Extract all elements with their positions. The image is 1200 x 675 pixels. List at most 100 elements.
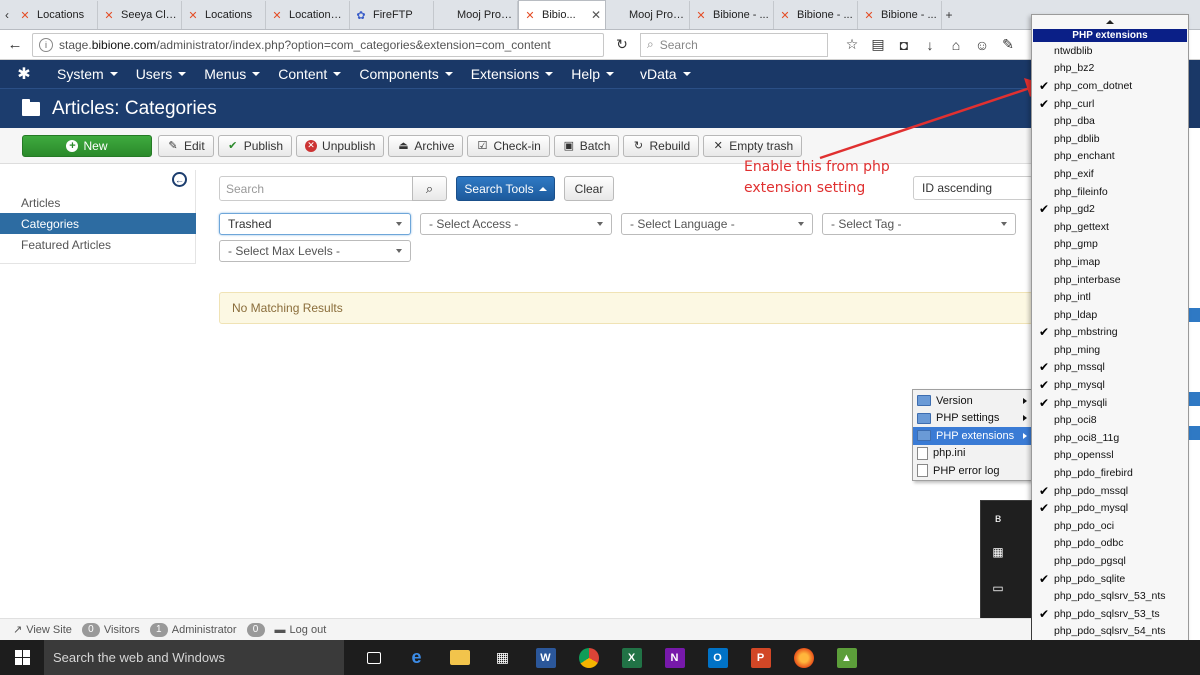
store-taskbar-button[interactable]: ▦	[481, 640, 524, 675]
browser-tab[interactable]: ✕ Seeya Cli...	[98, 1, 182, 29]
logout-link[interactable]: ▬ Log out	[275, 624, 327, 636]
pocket-icon[interactable]: ◘	[896, 37, 912, 53]
sidebar-item-featured-articles[interactable]: Featured Articles	[0, 234, 196, 255]
image-editor-taskbar-button[interactable]: ▲	[825, 640, 868, 675]
php-extension-item[interactable]: php_gmp	[1032, 236, 1188, 254]
info-icon[interactable]: i	[39, 37, 53, 52]
search-tools-button[interactable]: Search Tools	[456, 176, 555, 201]
sidebar-item-articles[interactable]: Articles	[0, 192, 196, 213]
php-extension-item[interactable]: ✔ php_pdo_mysql	[1032, 499, 1188, 517]
sort-select[interactable]: ID ascending	[913, 176, 1033, 200]
browser-tab[interactable]: ✕ Bibione - ...	[858, 1, 942, 29]
browser-tab[interactable]: Mooj Profiles	[434, 1, 518, 29]
php-extension-item[interactable]: ✔ php_curl	[1032, 95, 1188, 113]
checkin-button[interactable]: ☑ Check-in	[467, 134, 550, 157]
browser-tab[interactable]: ✕ Locations	[14, 1, 98, 29]
php-extension-item[interactable]: php_pdo_oci	[1032, 517, 1188, 535]
menu-item-menus[interactable]: Menus	[195, 66, 269, 82]
word-taskbar-button[interactable]: W	[524, 640, 567, 675]
back-button[interactable]: ←	[4, 34, 26, 56]
php-extension-item[interactable]: php_ldap	[1032, 306, 1188, 324]
php-extension-item[interactable]: ✔ php_gd2	[1032, 200, 1188, 218]
edge-taskbar-button[interactable]: e	[395, 640, 438, 675]
php-extension-item[interactable]: php_fileinfo	[1032, 183, 1188, 201]
file-explorer-taskbar-button[interactable]	[438, 640, 481, 675]
browser-tab[interactable]: Mooj Profiles	[606, 1, 690, 29]
php-extension-item[interactable]: php_imap	[1032, 253, 1188, 271]
php-extension-item[interactable]: php_dba	[1032, 112, 1188, 130]
menu-item-system[interactable]: System	[48, 66, 127, 82]
chat-icon[interactable]: ☺	[974, 37, 990, 53]
edit-button[interactable]: ✎ Edit	[158, 134, 214, 157]
tab-list-more-icon[interactable]: +	[942, 1, 956, 29]
access-filter-select[interactable]: - Select Access -	[420, 213, 612, 235]
php-extension-item[interactable]: ✔ php_mysqli	[1032, 394, 1188, 412]
php-extension-item[interactable]: php_pdo_firebird	[1032, 464, 1188, 482]
messages-indicator[interactable]: 0	[246, 622, 265, 637]
new-button[interactable]: + New	[22, 134, 152, 157]
php-extension-item[interactable]: php_openssl	[1032, 447, 1188, 465]
excel-taskbar-button[interactable]: X	[610, 640, 653, 675]
usb-icon[interactable]: ▭	[991, 581, 1005, 595]
download-icon[interactable]: ↓	[922, 37, 938, 53]
context-menu-item[interactable]: PHP settings	[913, 410, 1031, 428]
php-extension-item[interactable]: php_interbase	[1032, 271, 1188, 289]
php-extension-item[interactable]: ✔ php_pdo_sqlsrv_53_ts	[1032, 605, 1188, 623]
php-extension-item[interactable]: ✔ php_pdo_sqlite	[1032, 570, 1188, 588]
onenote-taskbar-button[interactable]: N	[653, 640, 696, 675]
url-bar[interactable]: i stage.bibione.com/administrator/index.…	[32, 32, 604, 57]
php-extension-item[interactable]: php_gettext	[1032, 218, 1188, 236]
menu-item-help[interactable]: Help	[562, 66, 623, 82]
language-filter-select[interactable]: - Select Language -	[621, 213, 813, 235]
rebuild-button[interactable]: ↻ Rebuild	[623, 134, 700, 157]
php-extension-item[interactable]: php_intl	[1032, 288, 1188, 306]
php-extension-item[interactable]: ✔ php_mbstring	[1032, 324, 1188, 342]
max-levels-filter-select[interactable]: - Select Max Levels -	[219, 240, 411, 262]
reading-list-icon[interactable]: ▤	[870, 36, 886, 53]
php-extension-item[interactable]: php_ming	[1032, 341, 1188, 359]
php-extension-item[interactable]: ✔ php_mssql	[1032, 359, 1188, 377]
browser-tab[interactable]: ✕ Locations	[182, 1, 266, 29]
view-site-link[interactable]: ↗ View Site	[13, 623, 72, 637]
publish-button[interactable]: ✔ Publish	[217, 134, 293, 157]
browser-tab[interactable]: ✕ Locations...	[266, 1, 350, 29]
php-extension-item[interactable]: php_pdo_sqlsrv_53_nts	[1032, 587, 1188, 605]
search-input[interactable]: Search	[219, 176, 413, 201]
reload-icon[interactable]: ↻	[610, 33, 634, 57]
collapse-sidebar-icon[interactable]: ←	[172, 172, 187, 187]
extension-icon[interactable]: ✎	[1000, 36, 1016, 53]
php-extension-item[interactable]: php_oci8_11g	[1032, 429, 1188, 447]
php-extension-item[interactable]: php_exif	[1032, 165, 1188, 183]
clear-button[interactable]: Clear	[564, 176, 614, 201]
joomla-logo-icon[interactable]: ✱	[0, 64, 48, 84]
menu-item-components[interactable]: Components	[350, 66, 461, 82]
scroll-up-icon[interactable]	[1032, 15, 1188, 29]
archive-button[interactable]: ⏏ Archive	[388, 134, 464, 157]
search-button[interactable]: ⌕	[412, 176, 447, 201]
taskbar-search-input[interactable]: Search the web and Windows	[44, 640, 344, 675]
sidebar-item-categories[interactable]: Categories	[0, 213, 196, 234]
start-button[interactable]	[0, 640, 44, 675]
chrome-taskbar-button[interactable]	[567, 640, 610, 675]
firefox-taskbar-button[interactable]	[782, 640, 825, 675]
php-extension-item[interactable]: php_pdo_odbc	[1032, 535, 1188, 553]
unpublish-button[interactable]: ✕ Unpublish	[296, 134, 385, 157]
php-extension-item[interactable]: php_dblib	[1032, 130, 1188, 148]
php-extension-item[interactable]: php_enchant	[1032, 148, 1188, 166]
php-extension-item[interactable]: php_bz2	[1032, 60, 1188, 78]
context-menu-item[interactable]: php.ini	[913, 445, 1031, 463]
close-tab-icon[interactable]: ✕	[591, 8, 601, 22]
empty-trash-button[interactable]: ✕ Empty trash	[703, 134, 803, 157]
php-extension-item[interactable]: ✔ php_pdo_mssql	[1032, 482, 1188, 500]
menu-item-vdata[interactable]: vData	[631, 66, 700, 82]
php-extension-item[interactable]: ✔ php_com_dotnet	[1032, 77, 1188, 95]
context-menu-item[interactable]: PHP extensions	[913, 427, 1031, 445]
status-filter-select[interactable]: Trashed	[219, 213, 411, 235]
context-menu-item[interactable]: Version	[913, 392, 1031, 410]
php-extension-item[interactable]: ✔ php_mysql	[1032, 376, 1188, 394]
menu-item-content[interactable]: Content	[269, 66, 350, 82]
task-view-button[interactable]	[352, 640, 395, 675]
tag-filter-select[interactable]: - Select Tag -	[822, 213, 1016, 235]
tab-scroll-left-icon[interactable]: ‹	[0, 1, 14, 29]
php-extension-item[interactable]: php_pdo_sqlsrv_54_nts	[1032, 623, 1188, 641]
